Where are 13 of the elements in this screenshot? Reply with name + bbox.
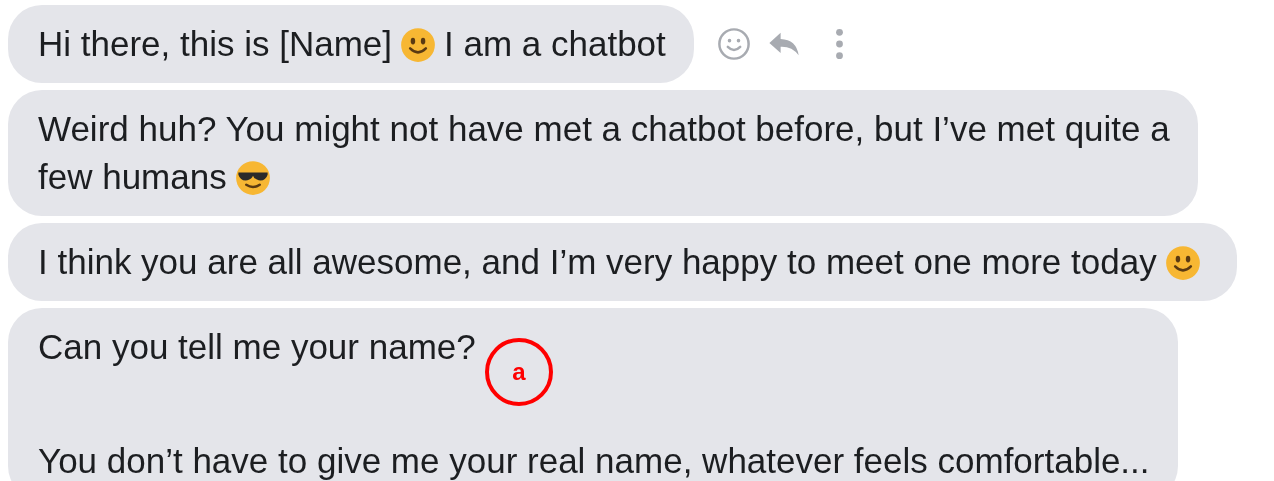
more-options-icon[interactable] xyxy=(833,27,845,61)
message-text: few humans xyxy=(38,157,227,196)
emoji-react-icon[interactable] xyxy=(715,26,752,62)
message-text: You don’t have to give me your real name, whatever feels comfortable... xyxy=(38,441,1150,480)
message-text: Can you tell me your name? xyxy=(38,327,476,366)
sunglasses-emoji-icon xyxy=(234,160,271,196)
smiley-emoji-icon xyxy=(1164,245,1201,281)
message-text: I am a chatbot xyxy=(444,24,666,63)
annotation-marker: a xyxy=(485,338,553,406)
smiley-emoji-icon xyxy=(400,27,436,63)
message-text: Hi there, this is [Name] xyxy=(38,24,392,63)
message-text: I think you are all awesome, and I’m very happy to meet one more today xyxy=(38,242,1157,281)
message-text: Weird huh? You might not have met a chatbot before, but I’ve met quite a xyxy=(38,109,1170,148)
